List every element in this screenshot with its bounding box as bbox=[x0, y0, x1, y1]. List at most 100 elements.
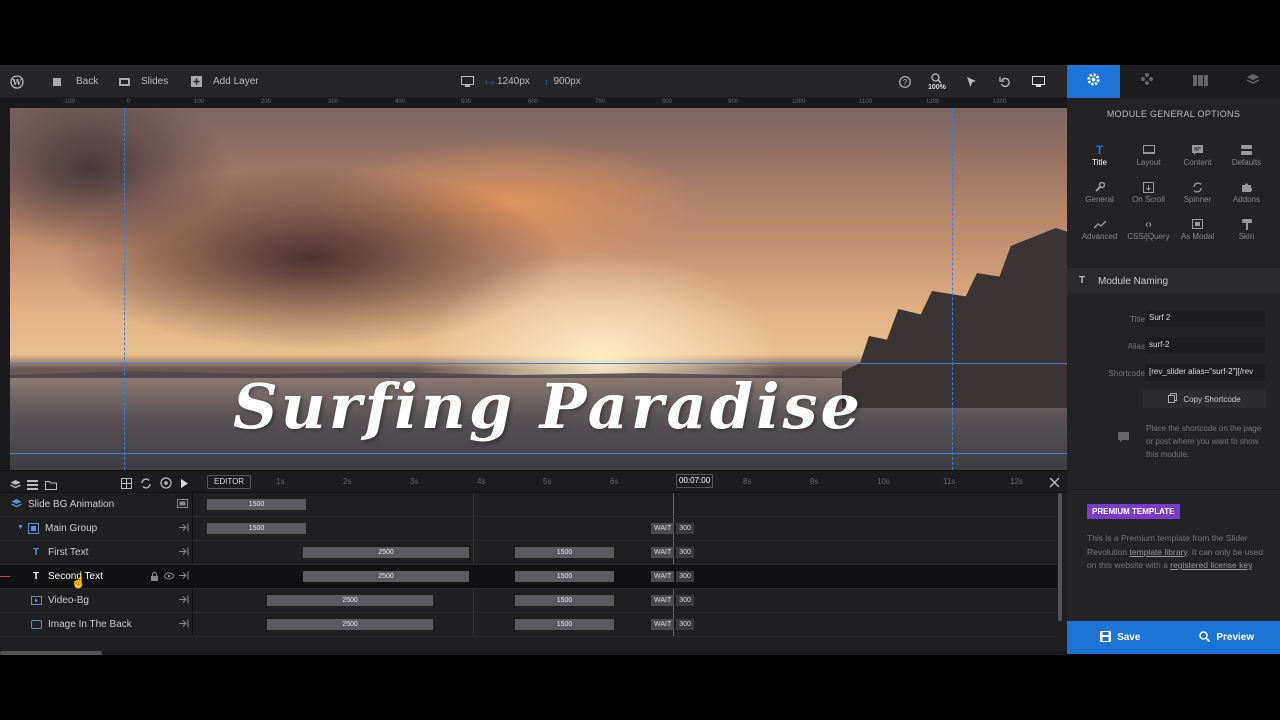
slides-button[interactable]: Slides bbox=[119, 65, 168, 98]
zoom-control[interactable]: 100% bbox=[928, 65, 946, 98]
copy-shortcode-label: Copy Shortcode bbox=[1183, 394, 1241, 404]
option-label: Title bbox=[1092, 158, 1107, 167]
play-icon[interactable] bbox=[180, 476, 189, 494]
tab-navigation[interactable] bbox=[1120, 65, 1173, 98]
layer-row-first-text[interactable]: T First Text 2500 1500 WAIT 300 bbox=[0, 541, 1057, 565]
option-addons[interactable]: Addons bbox=[1222, 179, 1271, 213]
playhead-time[interactable]: 00:07:00 bbox=[676, 474, 714, 488]
end-marker-icon[interactable] bbox=[179, 595, 189, 605]
chevron-down-icon[interactable]: ▼ bbox=[17, 524, 24, 531]
option-label: Skin bbox=[1238, 232, 1255, 241]
tab-module-settings[interactable] bbox=[1067, 65, 1121, 98]
end-marker-icon[interactable] bbox=[179, 523, 189, 533]
editor-mode-badge[interactable]: EDITOR bbox=[207, 475, 252, 489]
timeline-bar[interactable]: 1500 bbox=[515, 595, 614, 606]
tab-slides[interactable] bbox=[1174, 65, 1227, 98]
layer-row-second-text[interactable]: T Second Text ☝ 2500 1500 WAIT 300 bbox=[0, 565, 1057, 589]
ruler-tick: 900 bbox=[728, 99, 739, 105]
audio-icon[interactable] bbox=[160, 476, 172, 494]
layer-row-slide-bg[interactable]: Slide BG Animation 1500 bbox=[0, 493, 1057, 517]
close-timeline-icon[interactable] bbox=[1049, 475, 1060, 493]
lock-icon[interactable] bbox=[151, 572, 158, 584]
width-field[interactable]: ‹·› 1240px bbox=[485, 65, 530, 98]
add-layer-button[interactable]: Add Layer bbox=[191, 65, 259, 98]
layout-icon bbox=[1124, 142, 1173, 158]
shortcode-input[interactable]: [rev_slider alias="surf-2"][/rev bbox=[1145, 364, 1265, 381]
wait-marker[interactable]: WAIT 300 bbox=[651, 547, 694, 558]
timeline-bar[interactable]: 1500 bbox=[515, 619, 614, 630]
license-key-link[interactable]: registered license key bbox=[1170, 560, 1252, 570]
slides-label: Slides bbox=[141, 76, 169, 87]
height-field[interactable]: ↕ 900px bbox=[544, 65, 581, 98]
wait-marker[interactable]: WAIT 300 bbox=[651, 571, 694, 582]
wait-label: WAIT bbox=[651, 595, 675, 606]
zoom-icon bbox=[931, 72, 942, 84]
back-button[interactable]: Back bbox=[52, 65, 98, 98]
slide-thumb-icon[interactable] bbox=[177, 499, 188, 509]
puzzle-icon bbox=[1222, 179, 1271, 195]
visibility-icon[interactable] bbox=[164, 572, 174, 583]
scroll-thumb[interactable] bbox=[0, 651, 102, 655]
grid-select-icon[interactable] bbox=[121, 476, 132, 494]
device-desktop-icon[interactable] bbox=[461, 65, 474, 98]
layer-row-image-in-the-back[interactable]: Image In The Back 2500 1500 WAIT 300 bbox=[0, 613, 1057, 637]
cursor-icon[interactable] bbox=[966, 65, 977, 98]
wait-value: 300 bbox=[676, 523, 694, 534]
option-skin[interactable]: Skin bbox=[1222, 216, 1271, 250]
alias-input[interactable]: surf-2 bbox=[1145, 337, 1265, 354]
layer-row-video-bg[interactable]: Video-Bg 2500 1500 WAIT 300 bbox=[0, 589, 1057, 613]
defaults-icon bbox=[1222, 142, 1271, 158]
layer-name: Image In The Back bbox=[48, 619, 132, 630]
help-icon[interactable]: ? bbox=[899, 65, 911, 98]
settings-panel: MODULE GENERAL OPTIONS T Title Layout Co… bbox=[1067, 98, 1280, 621]
timeline-bar[interactable]: 1500 bbox=[207, 523, 306, 534]
time-mark: 8s bbox=[743, 477, 752, 486]
end-marker-icon[interactable] bbox=[179, 547, 189, 557]
wait-value: 300 bbox=[676, 571, 694, 582]
end-marker-icon[interactable] bbox=[179, 571, 189, 581]
timeline-bar[interactable]: 2500 bbox=[267, 619, 433, 630]
option-defaults[interactable]: Defaults bbox=[1222, 142, 1271, 176]
preview-device-icon[interactable] bbox=[1032, 65, 1045, 98]
option-content[interactable]: Content bbox=[1173, 142, 1222, 176]
tab-layers[interactable] bbox=[1227, 65, 1280, 98]
wait-marker[interactable]: WAIT 300 bbox=[651, 523, 694, 534]
timeline-bar[interactable]: 2500 bbox=[303, 571, 469, 582]
option-layout[interactable]: Layout bbox=[1124, 142, 1173, 176]
title-input[interactable]: Surf 2 bbox=[1145, 310, 1265, 327]
template-library-link[interactable]: template library bbox=[1130, 547, 1187, 557]
height-value: 900px bbox=[553, 76, 581, 87]
wait-marker[interactable]: WAIT 300 bbox=[651, 595, 694, 606]
timeline-vertical-scrollbar[interactable] bbox=[1057, 493, 1063, 621]
copy-shortcode-button[interactable]: Copy Shortcode bbox=[1143, 390, 1266, 408]
option-advanced[interactable]: Advanced bbox=[1075, 216, 1124, 250]
layer-row-main-group[interactable]: ▼ Main Group 1500 WAIT 300 bbox=[0, 517, 1057, 541]
scroll-thumb[interactable] bbox=[1058, 493, 1062, 621]
option-on-scroll[interactable]: On Scroll bbox=[1124, 179, 1173, 213]
wait-marker[interactable]: WAIT 300 bbox=[651, 619, 694, 630]
option-as-modal[interactable]: As Modal bbox=[1173, 216, 1222, 250]
wordpress-logo-icon[interactable]: W bbox=[10, 65, 24, 98]
timeline-horizontal-scrollbar[interactable] bbox=[0, 651, 1067, 655]
preview-button[interactable]: Preview bbox=[1174, 621, 1280, 654]
save-button[interactable]: Save bbox=[1067, 621, 1174, 654]
timeline-bar[interactable]: 2500 bbox=[303, 547, 469, 558]
timeline-bar[interactable]: 1500 bbox=[515, 547, 614, 558]
module-naming-section[interactable]: T Module Naming bbox=[1067, 268, 1280, 294]
layer-name: Slide BG Animation bbox=[28, 499, 115, 510]
loop-icon[interactable] bbox=[140, 476, 152, 494]
slide-canvas[interactable]: Surfing Paradise bbox=[10, 108, 1067, 470]
option-title[interactable]: T Title bbox=[1075, 142, 1124, 176]
end-marker-icon[interactable] bbox=[179, 619, 189, 629]
wrench-icon bbox=[1075, 179, 1124, 195]
timeline-bar[interactable]: 2500 bbox=[267, 595, 433, 606]
option-spinner[interactable]: Spinner bbox=[1173, 179, 1222, 213]
timeline-bar[interactable]: 1500 bbox=[515, 571, 614, 582]
title-icon: T bbox=[1095, 143, 1104, 157]
undo-icon[interactable] bbox=[999, 65, 1011, 98]
option-css-jquery[interactable]: ‹› CSS/jQuery bbox=[1124, 216, 1173, 250]
ruler-tick: 700 bbox=[595, 99, 606, 105]
option-general[interactable]: General bbox=[1075, 179, 1124, 213]
timeline-bar[interactable]: 1500 bbox=[207, 499, 306, 510]
headline-layer[interactable]: Surfing Paradise bbox=[188, 370, 908, 443]
